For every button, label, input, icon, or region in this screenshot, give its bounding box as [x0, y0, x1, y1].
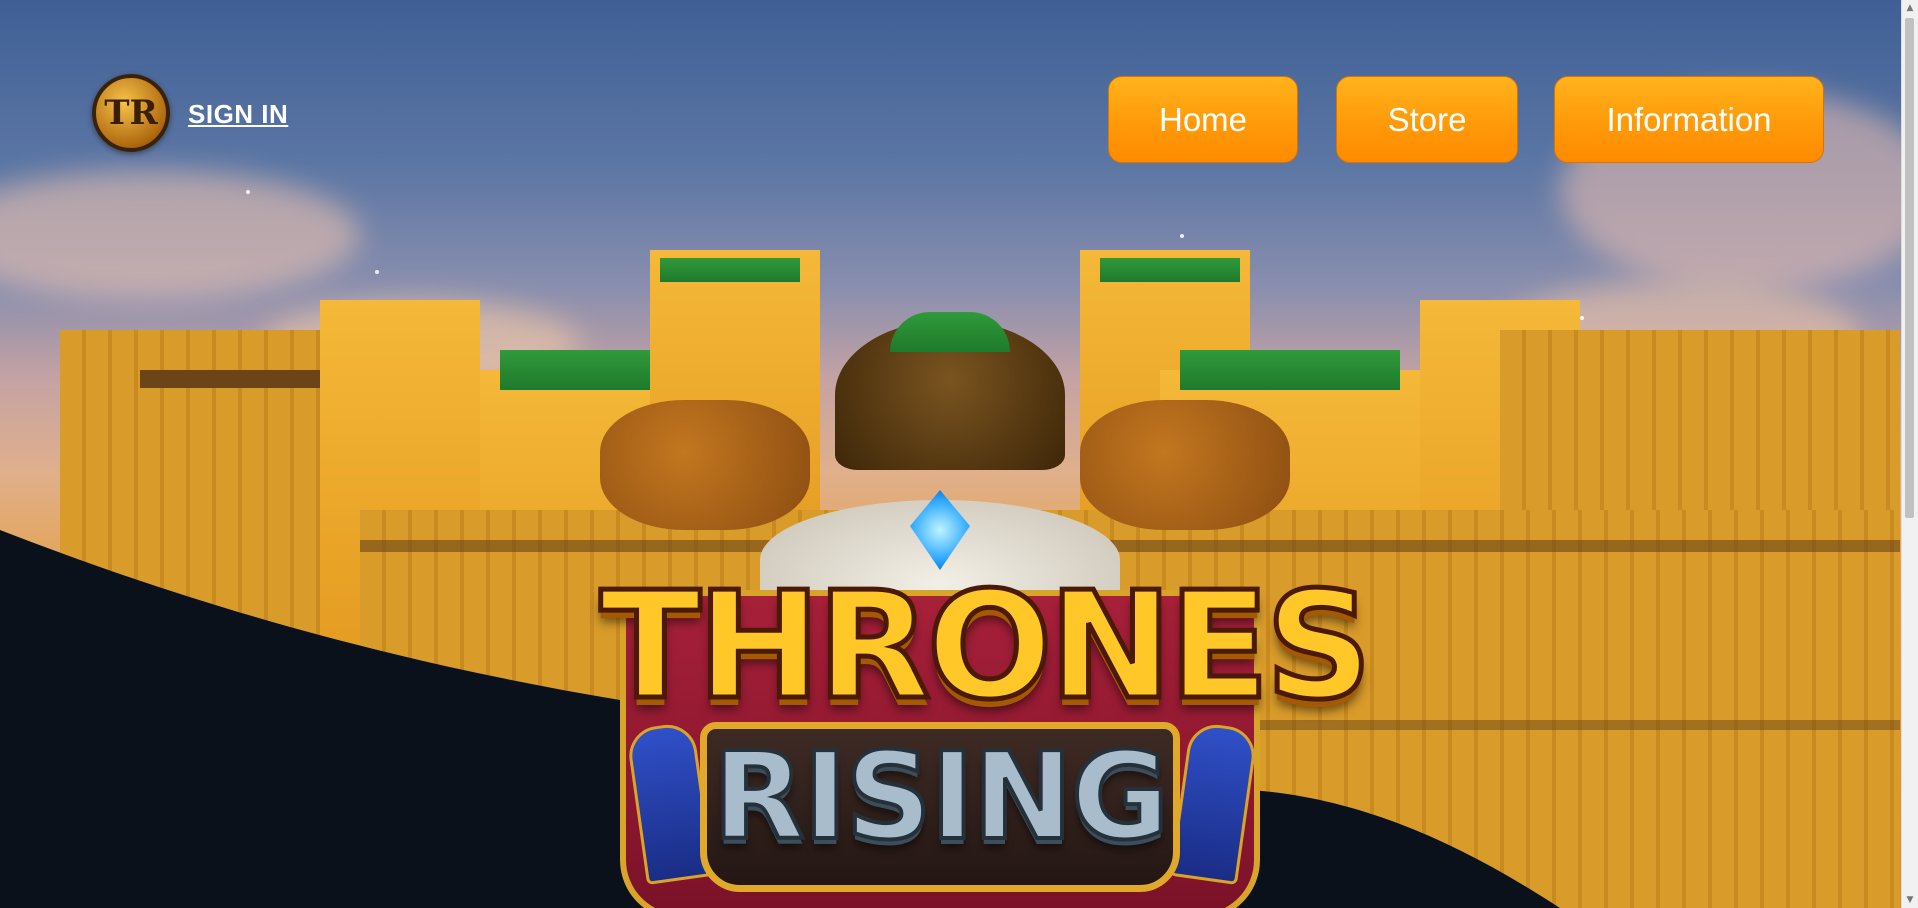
scroll-up-arrow-icon[interactable]: ▲ — [1902, 0, 1918, 16]
scroll-down-arrow-icon[interactable]: ▼ — [1902, 892, 1918, 908]
scroll-thumb[interactable] — [1905, 18, 1914, 518]
thrones-rising-logo: THRONES RISING — [560, 460, 1375, 908]
logo-title-rising: RISING — [710, 726, 1171, 869]
nav-store-button[interactable]: Store — [1336, 76, 1518, 163]
tr-logo-icon[interactable]: TR — [92, 74, 170, 152]
logo-title-thrones: THRONES — [598, 558, 1375, 735]
nav-home-button[interactable]: Home — [1108, 76, 1298, 163]
sign-in-link[interactable]: SIGN IN — [188, 99, 288, 130]
nav-information-button[interactable]: Information — [1554, 76, 1824, 163]
page-scrollbar[interactable]: ▲ ▼ — [1901, 0, 1918, 908]
site-header: TR SIGN IN Home Store Information — [0, 0, 1902, 170]
landing-page: THRONES RISING TR SIGN IN Home Store Inf… — [0, 0, 1902, 908]
